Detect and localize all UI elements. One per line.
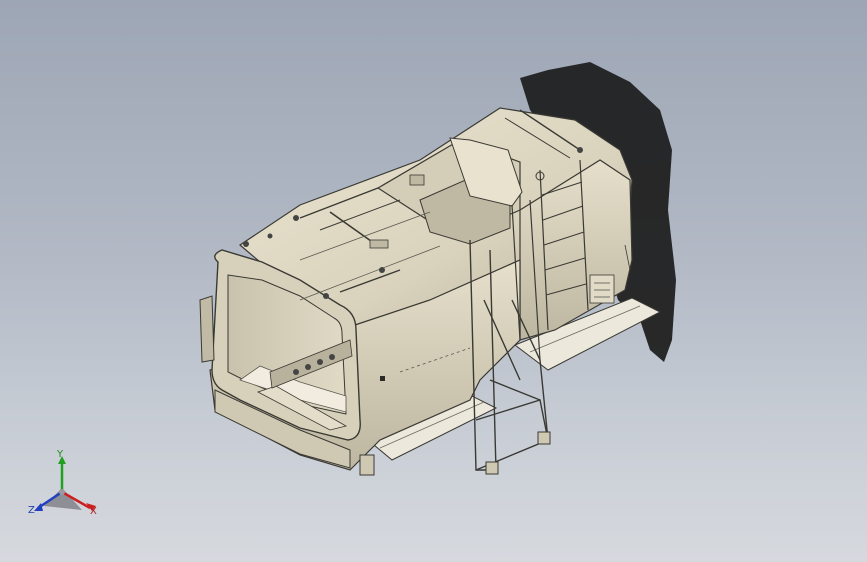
left-side-panel [199,295,215,363]
triad-z-label: Z [28,505,35,516]
triad-x-label: X [90,506,97,517]
cab-3d-model[interactable] [0,0,867,562]
triad-y-label: Y [57,449,64,460]
orientation-triad[interactable]: Y Z X [26,448,106,524]
cad-viewport[interactable]: Y Z X [0,0,867,562]
